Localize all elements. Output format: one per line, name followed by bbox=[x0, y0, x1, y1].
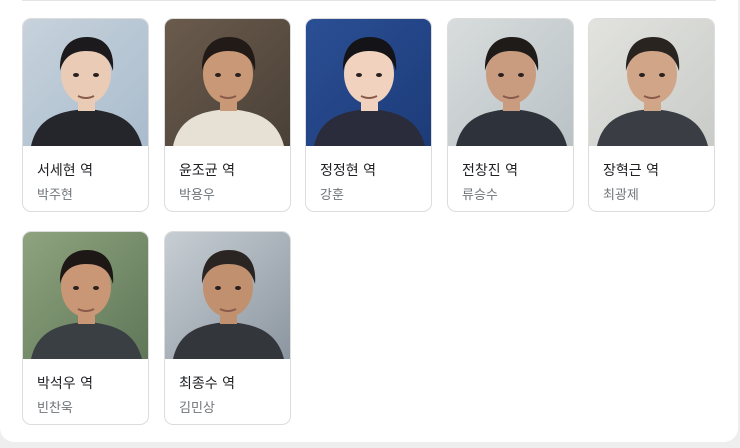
portrait-image bbox=[448, 19, 573, 146]
cast-card[interactable]: 정정현 역강훈 bbox=[305, 18, 432, 212]
portrait-image bbox=[589, 19, 714, 146]
cast-photo bbox=[23, 19, 148, 146]
portrait-image bbox=[165, 232, 290, 359]
actor-name: 강훈 bbox=[320, 188, 344, 203]
cast-card[interactable]: 윤조균 역박용우 bbox=[164, 18, 291, 212]
cast-photo bbox=[165, 19, 290, 146]
character-name: 장혁근 역 bbox=[603, 163, 659, 179]
cast-card[interactable]: 장혁근 역최광제 bbox=[588, 18, 715, 212]
portrait-image bbox=[23, 19, 148, 146]
actor-name: 빈찬욱 bbox=[37, 401, 73, 416]
character-name: 전창진 역 bbox=[462, 163, 518, 179]
actor-name: 김민상 bbox=[179, 401, 215, 416]
character-name: 정정현 역 bbox=[320, 163, 376, 179]
cast-photo bbox=[165, 232, 290, 359]
actor-name: 박용우 bbox=[179, 188, 215, 203]
actor-name: 박주현 bbox=[37, 188, 73, 203]
character-name: 최종수 역 bbox=[179, 376, 235, 392]
cast-card[interactable]: 서세현 역박주현 bbox=[22, 18, 149, 212]
cast-photo bbox=[23, 232, 148, 359]
cast-card[interactable]: 박석우 역빈찬욱 bbox=[22, 231, 149, 425]
character-name: 박석우 역 bbox=[37, 376, 93, 392]
character-name: 윤조균 역 bbox=[179, 163, 235, 179]
cast-photo bbox=[306, 19, 431, 146]
actor-name: 최광제 bbox=[603, 188, 639, 203]
divider bbox=[22, 0, 716, 1]
cast-card[interactable]: 전창진 역류승수 bbox=[447, 18, 574, 212]
portrait-image bbox=[306, 19, 431, 146]
actor-name: 류승수 bbox=[462, 188, 498, 203]
cast-panel: 서세현 역 박주현 윤조균 역 박용우 정정현 역 강훈 전창진 역 류승수 장… bbox=[0, 0, 738, 442]
cast-photo bbox=[589, 19, 714, 146]
character-name: 서세현 역 bbox=[37, 163, 93, 179]
cast-photo bbox=[448, 19, 573, 146]
portrait-image bbox=[165, 19, 290, 146]
cast-card[interactable]: 최종수 역김민상 bbox=[164, 231, 291, 425]
portrait-image bbox=[23, 232, 148, 359]
